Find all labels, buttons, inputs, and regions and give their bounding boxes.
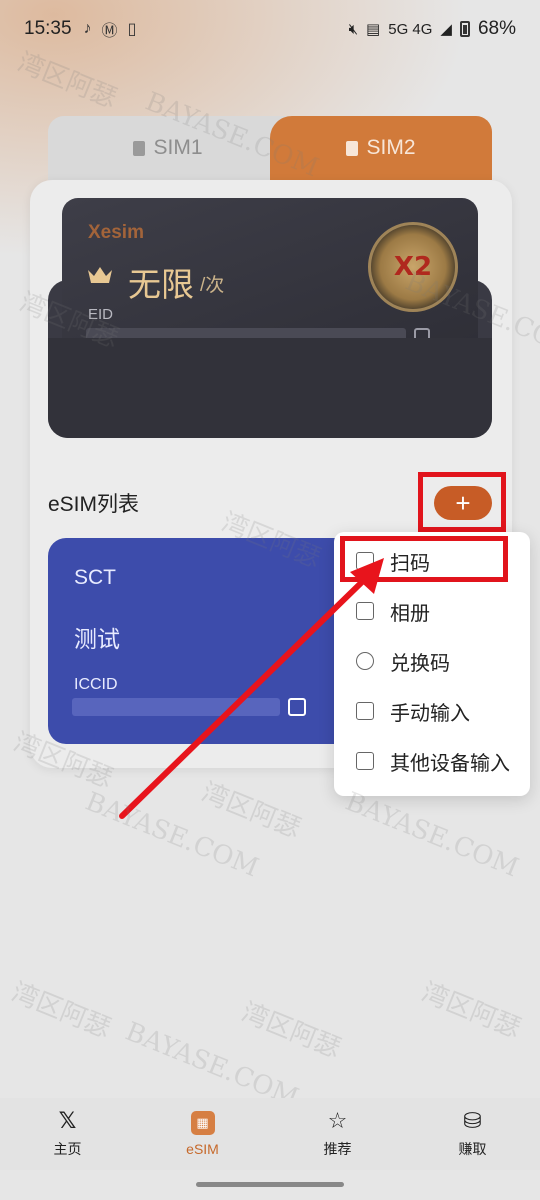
card-holder-pocket <box>48 338 492 438</box>
tab-sim1-label: SIM1 <box>153 136 203 159</box>
add-button-highlight <box>418 472 506 532</box>
watermark: 湾区阿瑟 <box>197 777 305 845</box>
status-bar: 15:35 ♪ Ⓜ ▯ 🔇︎ ▤ 5G 4G ◢ 68% <box>0 0 540 58</box>
nav-label: 主页 <box>53 1141 82 1157</box>
scan-item-highlight <box>340 536 508 582</box>
home-indicator[interactable] <box>196 1182 344 1187</box>
menu-item-album[interactable]: 相册 <box>334 586 530 636</box>
watermark: 湾区阿瑟 <box>237 997 345 1065</box>
nav-label: 赚取 <box>458 1141 487 1157</box>
nav-recommend[interactable]: ☆ 推荐 <box>270 1098 405 1170</box>
battery-icon <box>459 21 470 37</box>
watermark: 湾区阿瑟 <box>7 977 115 1045</box>
crown-icon <box>88 267 112 283</box>
sim-icon: ▦ <box>190 1111 215 1135</box>
tiktok-icon: ♪ <box>83 20 92 37</box>
star-icon: ☆ <box>327 1108 348 1133</box>
esim-name: 测试 <box>74 626 120 652</box>
coins-icon: ⛁ <box>463 1108 482 1133</box>
image-icon <box>356 602 374 620</box>
status-time: 15:35 <box>24 18 72 39</box>
status-right: 🔇︎ ▤ 5G 4G ◢ 68% <box>349 18 516 40</box>
tab-sim2-label: SIM2 <box>366 136 416 159</box>
nav-label: eSIM <box>186 1141 219 1157</box>
menu-item-other-device[interactable]: 其他设备输入 <box>334 736 530 786</box>
battery-percent: 68% <box>477 18 516 39</box>
exchange-icon <box>356 652 374 670</box>
copy-icon[interactable] <box>288 698 306 716</box>
menu-item-label: 相册 <box>390 602 430 625</box>
mute-icon: 🔇︎ <box>348 20 359 38</box>
sim-card-icon <box>133 140 146 156</box>
nav-label: 推荐 <box>323 1141 352 1157</box>
edit-icon <box>356 702 374 720</box>
esim-carrier: SCT <box>74 566 116 589</box>
x-logo-icon: 𝕏 <box>58 1108 77 1133</box>
plan-unit: /次 <box>200 275 225 296</box>
menu-item-redeem-code[interactable]: 兑换码 <box>334 636 530 686</box>
card-brand: Xesim <box>88 222 144 243</box>
menu-item-label: 兑换码 <box>390 652 450 675</box>
iccid-value-blurred <box>72 698 280 716</box>
phone-clock-icon: ▯ <box>127 21 137 38</box>
nav-esim[interactable]: ▦ eSIM <box>135 1098 270 1170</box>
plan-name: 无限 <box>128 266 194 303</box>
watermark: 湾区阿瑟 <box>417 977 525 1045</box>
network-label: 5G 4G <box>388 20 433 38</box>
menu-item-label: 手动输入 <box>390 702 470 725</box>
sim-card-icon <box>346 140 359 156</box>
nav-home[interactable]: 𝕏 主页 <box>0 1098 135 1170</box>
esim-list-title: eSIM列表 <box>48 493 140 516</box>
signal-icon: ◢ <box>440 21 452 38</box>
motorola-icon: Ⓜ <box>101 23 118 40</box>
bottom-nav: 𝕏 主页 ▦ eSIM ☆ 推荐 ⛁ 赚取 <box>0 1098 540 1170</box>
watermark: BAYASE.COM <box>341 786 523 884</box>
sim-status-icon: ▤ <box>366 21 381 38</box>
iccid-label: ICCID <box>74 676 118 693</box>
nav-earn[interactable]: ⛁ 赚取 <box>405 1098 540 1170</box>
device-icon <box>356 752 374 770</box>
menu-item-label: 其他设备输入 <box>390 752 510 775</box>
menu-item-manual-input[interactable]: 手动输入 <box>334 686 530 736</box>
